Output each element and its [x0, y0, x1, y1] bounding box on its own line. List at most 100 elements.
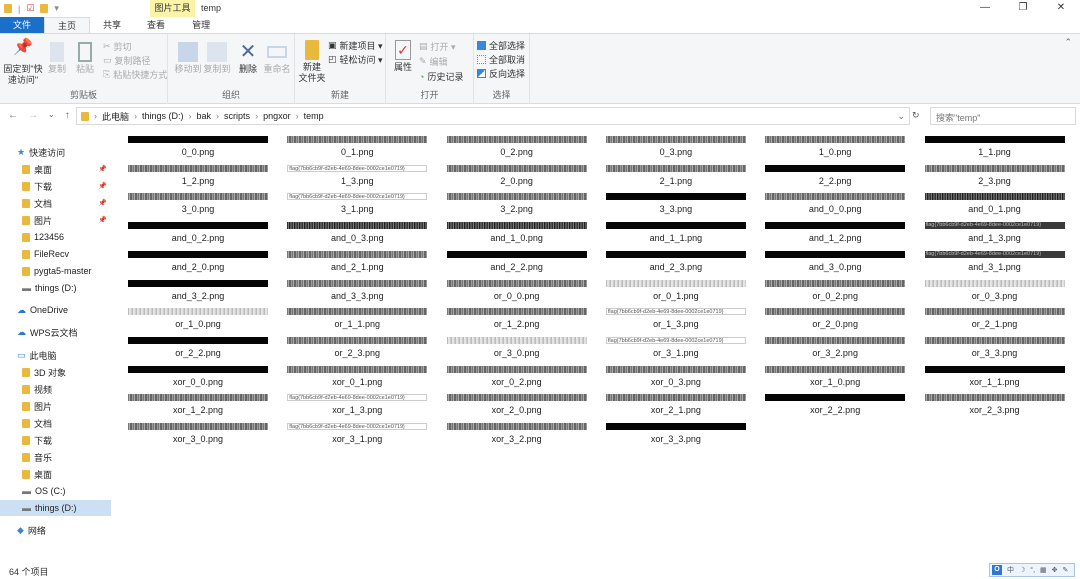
sidebar-item[interactable]: ▭ 此电脑 — [0, 347, 111, 363]
cut-button[interactable]: ✂ 剪切 — [103, 40, 132, 53]
file-item[interactable]: xor_2_2.png — [760, 390, 910, 418]
file-item[interactable]: or_1_0.png — [123, 304, 273, 332]
file-item[interactable]: 2_3.png — [920, 161, 1070, 189]
new-folder-button[interactable]: 新建 文件夹 — [298, 40, 326, 84]
file-item[interactable]: or_3_3.png — [920, 333, 1070, 361]
sidebar-item[interactable]: 视频 — [0, 381, 111, 397]
sidebar-item[interactable]: ▬ things (D:) — [0, 280, 111, 296]
ime-punctuation-icon[interactable]: °, — [1030, 567, 1035, 574]
sidebar-item[interactable]: FileRecv — [0, 246, 111, 262]
file-item[interactable]: and_0_0.png — [760, 189, 910, 217]
breadcrumb-scripts[interactable]: scripts — [224, 111, 250, 121]
breadcrumb-this-pc[interactable]: 此电脑 — [102, 110, 129, 123]
copy-path-button[interactable]: ▭ 复制路径 — [103, 54, 151, 67]
file-item[interactable]: and_1_2.png — [760, 218, 910, 246]
file-item[interactable]: and_3_3.png — [282, 276, 432, 304]
paste-shortcut-button[interactable]: ⎘ 粘贴快捷方式 — [103, 68, 167, 81]
file-item[interactable]: 1_2.png — [123, 161, 273, 189]
file-item[interactable]: flag{7bb6cb9f-d2eb-4e69-8dee-0002ce1e071… — [920, 218, 1070, 246]
file-item[interactable]: flag{7bb6cb9f-d2eb-4e69-8dee-0002ce1e071… — [601, 304, 751, 332]
file-item[interactable]: xor_2_0.png — [442, 390, 592, 418]
sidebar-item[interactable]: 文档 — [0, 415, 111, 431]
ime-tools-icon[interactable]: ✥ — [1052, 566, 1058, 574]
ime-keyboard-icon[interactable]: ▦ — [1040, 566, 1047, 574]
file-item[interactable]: 2_0.png — [442, 161, 592, 189]
up-button[interactable]: ↑ — [65, 110, 70, 121]
sidebar-item[interactable]: 图片 — [0, 398, 111, 414]
file-item[interactable]: or_2_3.png — [282, 333, 432, 361]
sidebar-item[interactable]: 下载 — [0, 432, 111, 448]
file-item[interactable]: or_0_2.png — [760, 276, 910, 304]
file-item[interactable]: xor_2_1.png — [601, 390, 751, 418]
file-item[interactable]: or_0_3.png — [920, 276, 1070, 304]
file-item[interactable]: flag{7bb6cb9f-d2eb-4e69-8dee-0002ce1e071… — [282, 161, 432, 189]
minimize-button[interactable]: — — [966, 0, 1004, 16]
sidebar-item[interactable]: ◆ 网络 — [0, 522, 111, 538]
file-item[interactable]: 0_1.png — [282, 132, 432, 160]
customize-dropdown-icon[interactable]: ▾ — [54, 3, 59, 14]
file-item[interactable]: 1_1.png — [920, 132, 1070, 160]
file-item[interactable]: and_2_3.png — [601, 247, 751, 275]
tab-view[interactable]: 查看 — [134, 17, 181, 33]
sidebar-item[interactable]: pygta5-master — [0, 263, 111, 279]
file-item[interactable]: 2_2.png — [760, 161, 910, 189]
file-item[interactable]: 0_2.png — [442, 132, 592, 160]
properties-button[interactable]: ✓ 属性 — [391, 40, 415, 73]
copy-button[interactable]: 复制 — [45, 42, 69, 75]
move-to-button[interactable]: 移动到 — [174, 42, 202, 75]
tab-manage[interactable]: 管理 — [181, 17, 221, 33]
file-item[interactable]: xor_0_0.png — [123, 362, 273, 390]
sidebar-item[interactable]: 3D 对象 — [0, 364, 111, 380]
sidebar-item[interactable]: 桌面 📌 — [0, 161, 111, 177]
file-item[interactable]: or_1_2.png — [442, 304, 592, 332]
file-item[interactable]: and_0_1.png — [920, 189, 1070, 217]
address-dropdown-icon[interactable]: ⌄ — [897, 111, 905, 122]
file-item[interactable]: and_3_0.png — [760, 247, 910, 275]
select-all-button[interactable]: 全部选择 — [477, 39, 525, 52]
file-item[interactable]: or_3_0.png — [442, 333, 592, 361]
recent-locations-button[interactable]: ⌄ — [48, 110, 55, 121]
sidebar-item[interactable]: ★ 快速访问 — [0, 144, 111, 160]
back-button[interactable]: ← — [8, 110, 18, 121]
copy-to-button[interactable]: 复制到 — [203, 42, 231, 75]
file-item[interactable]: 3_3.png — [601, 189, 751, 217]
file-item[interactable]: and_0_3.png — [282, 218, 432, 246]
file-item[interactable]: or_3_2.png — [760, 333, 910, 361]
file-item[interactable]: xor_1_0.png — [760, 362, 910, 390]
file-item[interactable]: xor_3_2.png — [442, 419, 592, 447]
sidebar-item[interactable]: ☁ WPS云文档 — [0, 324, 111, 340]
file-item[interactable]: xor_0_2.png — [442, 362, 592, 390]
sidebar-item[interactable]: 图片 📌 — [0, 212, 111, 228]
tab-file[interactable]: 文件 — [0, 17, 45, 33]
file-item[interactable]: and_2_2.png — [442, 247, 592, 275]
ime-logo-icon[interactable]: O — [992, 565, 1002, 575]
edit-button[interactable]: ✎ 编辑 — [419, 55, 448, 68]
file-item[interactable]: and_2_0.png — [123, 247, 273, 275]
history-button[interactable]: ◔ 历史记录 — [419, 70, 463, 83]
tab-home[interactable]: 主页 — [44, 17, 91, 33]
file-item[interactable]: xor_3_3.png — [601, 419, 751, 447]
maximize-button[interactable]: ❐ — [1004, 0, 1042, 16]
sidebar-item[interactable]: ▬ OS (C:) — [0, 483, 111, 499]
file-item[interactable]: 0_3.png — [601, 132, 751, 160]
file-item[interactable]: flag{7bb6cb9f-d2eb-4e69-8dee-0002ce1e071… — [601, 333, 751, 361]
file-item[interactable]: or_1_1.png — [282, 304, 432, 332]
file-item[interactable]: 2_1.png — [601, 161, 751, 189]
search-input[interactable]: 搜索"temp" — [930, 107, 1076, 125]
sidebar-item[interactable]: 桌面 — [0, 466, 111, 482]
file-item[interactable]: and_1_1.png — [601, 218, 751, 246]
file-item[interactable]: and_1_0.png — [442, 218, 592, 246]
select-none-button[interactable]: 全部取消 — [477, 53, 525, 66]
ime-language-toggle[interactable]: 中 — [1007, 565, 1014, 575]
file-item[interactable]: or_2_2.png — [123, 333, 273, 361]
file-item[interactable]: xor_1_1.png — [920, 362, 1070, 390]
delete-button[interactable]: ✕ 删除 — [236, 42, 260, 75]
file-item[interactable]: or_0_0.png — [442, 276, 592, 304]
tab-share[interactable]: 共享 — [90, 17, 134, 33]
rename-button[interactable]: 重命名 — [263, 42, 291, 75]
address-bar[interactable]: › 此电脑 › things (D:) › bak › scripts › pngxor… — [76, 107, 910, 125]
sidebar-item[interactable]: 下载 📌 — [0, 178, 111, 194]
sidebar-item[interactable]: ▬ things (D:) — [0, 500, 111, 516]
refresh-button[interactable]: ↻ — [912, 110, 920, 121]
breadcrumb-bak[interactable]: bak — [197, 111, 212, 121]
